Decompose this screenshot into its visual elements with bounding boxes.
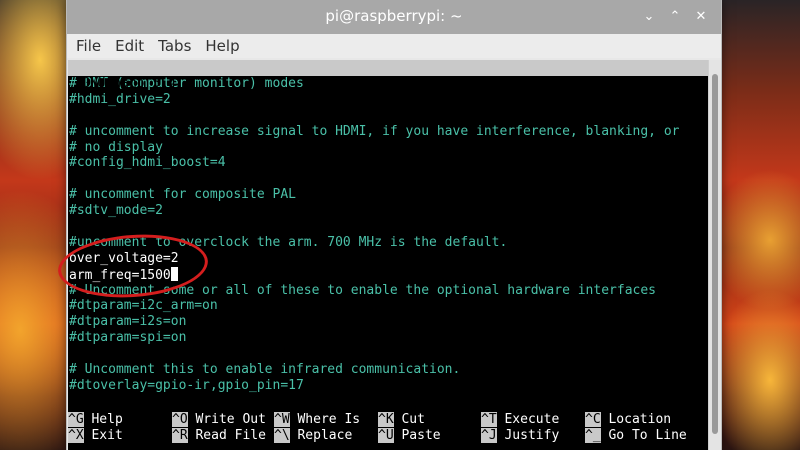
scroll-thumb[interactable] [712,74,718,434]
file-line [69,171,709,187]
menu-file[interactable]: File [76,37,108,55]
shortcut-item[interactable]: ^R Read File [172,428,266,444]
shortcut-item[interactable]: ^G Help [68,412,123,428]
shortcut-key: ^\ [274,428,290,443]
shortcut-label: Exit [83,428,123,443]
shortcut-key: ^T [481,412,497,427]
file-line: # uncomment for composite PAL [69,187,296,203]
file-line: # no display [69,139,163,155]
file-line: # Uncomment some or all of these to enab… [69,282,656,298]
file-line: #dtoverlay=gpio-ir,gpio_pin=17 [69,377,304,393]
shortcut-label: Paste [393,428,441,443]
minimize-icon[interactable]: ⌄ [639,7,659,27]
shortcut-item[interactable]: ^K Cut [378,412,425,428]
menu-tabs[interactable]: Tabs [158,37,198,55]
shortcut-label: Location [600,412,672,427]
file-line [69,219,709,235]
shortcut-item[interactable]: ^T Execute [481,412,559,428]
shortcut-key: ^X [68,428,84,443]
shortcut-label: Cut [393,412,425,427]
shortcut-key: ^U [378,428,394,443]
text-cursor [170,266,178,281]
menu-edit[interactable]: Edit [115,37,151,55]
shortcut-label: Read File [187,428,266,443]
file-line: #dtparam=i2s=on [69,314,187,330]
shortcut-bar: ^G Help ^O Write Out ^W Where Is ^K Cut ^T E… [68,412,709,444]
shortcut-key: ^O [172,412,188,427]
shortcut-item[interactable]: ^U Paste [378,428,441,444]
shortcut-key: ^_ [585,428,601,443]
shortcut-item[interactable]: ^J Justify [481,428,559,444]
close-icon[interactable]: ✕ [691,7,711,27]
shortcut-key: ^G [68,412,84,427]
shortcut-key: ^W [274,412,290,427]
maximize-icon[interactable]: ⌃ [665,7,685,27]
shortcut-item[interactable]: ^_ Go To Line [585,428,687,444]
shortcut-key: ^R [172,428,188,443]
file-line: #dtparam=i2c_arm=on [69,298,218,314]
scrollbar[interactable] [708,60,721,450]
file-line: #sdtv_mode=2 [69,203,163,219]
shortcut-key: ^K [378,412,394,427]
file-line: #uncomment to overclock the arm. 700 MHz… [69,234,508,250]
shortcut-item[interactable]: ^C Location [585,412,671,428]
file-line: over_voltage=2 [69,250,179,266]
shortcut-item[interactable]: ^O Write Out [172,412,266,428]
menu-bar: File Edit Tabs Help [67,34,721,58]
file-line: # Uncomment this to enable infrared comm… [69,362,461,378]
shortcut-item[interactable]: ^W Where Is [274,412,360,428]
shortcut-label: Help [83,412,123,427]
file-line: #dtparam=spi=on [69,330,187,346]
shortcut-item[interactable]: ^X Exit [68,428,123,444]
terminal-window: pi@raspberrypi: ~ ⌄ ⌃ ✕ File Edit Tabs H… [66,0,722,450]
file-content[interactable]: # DMT (computer monitor) modes #hdmi_driv… [68,76,709,394]
window-title: pi@raspberrypi: ~ [325,7,463,25]
file-line [69,346,709,362]
shortcut-key: ^J [481,428,497,443]
shortcut-label: Replace [289,428,353,443]
nano-version: GNU nano 5.4 [82,76,176,91]
shortcut-label: Where Is [289,412,361,427]
shortcut-label: Write Out [187,412,266,427]
file-line: # uncomment to increase signal to HDMI, … [69,123,680,139]
nano-header: GNU nano 5.4 /boot/config.txt * [68,60,709,107]
terminal-area[interactable]: GNU nano 5.4 /boot/config.txt * # DMT (c… [68,60,709,450]
menu-help[interactable]: Help [205,37,246,55]
shortcut-label: Justify [496,428,560,443]
nano-filename: /boot/config.txt * [340,92,481,107]
shortcut-key: ^C [585,412,601,427]
title-bar[interactable]: pi@raspberrypi: ~ ⌄ ⌃ ✕ [67,0,721,34]
file-line: #config_hdmi_boost=4 [69,155,226,171]
shortcut-label: Execute [496,412,560,427]
shortcut-label: Go To Line [600,428,687,443]
shortcut-item[interactable]: ^\ Replace [274,428,352,444]
file-line: arm_freq=1500 [69,266,709,283]
file-line [69,108,709,124]
